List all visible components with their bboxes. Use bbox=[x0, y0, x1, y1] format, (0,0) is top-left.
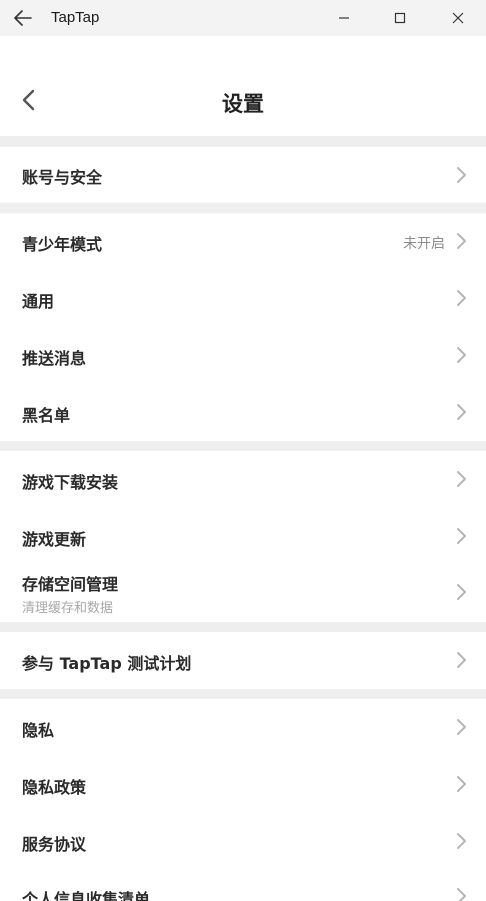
settings-row-storage-management[interactable]: 存储空间管理 清理缓存和数据 bbox=[0, 565, 486, 622]
settings-row-blacklist[interactable]: 黑名单 bbox=[0, 384, 486, 441]
row-label: 青少年模式 bbox=[22, 235, 103, 254]
settings-row-privacy[interactable]: 隐私 bbox=[0, 699, 486, 756]
settings-row-push-notifications[interactable]: 推送消息 bbox=[0, 327, 486, 384]
arrow-left-icon[interactable] bbox=[12, 8, 34, 28]
chevron-right-icon bbox=[457, 471, 466, 487]
settings-row-personal-info-list[interactable]: 个人信息收集清单 bbox=[0, 870, 486, 901]
chevron-right-icon bbox=[457, 404, 466, 420]
title-bar: TapTap bbox=[0, 0, 486, 36]
chevron-right-icon bbox=[457, 528, 466, 544]
settings-row-service-agreement[interactable]: 服务协议 bbox=[0, 813, 486, 870]
row-label: 游戏下载安装 bbox=[22, 473, 119, 492]
row-label: 隐私政策 bbox=[22, 778, 87, 797]
maximize-icon[interactable] bbox=[388, 6, 412, 30]
chevron-right-icon bbox=[457, 888, 466, 901]
chevron-right-icon bbox=[457, 833, 466, 849]
chevron-right-icon bbox=[457, 290, 466, 306]
chevron-right-icon bbox=[457, 776, 466, 792]
row-sublabel: 清理缓存和数据 bbox=[22, 601, 114, 616]
section-divider bbox=[0, 203, 486, 213]
chevron-right-icon bbox=[457, 167, 466, 183]
row-label: 通用 bbox=[22, 292, 55, 311]
settings-row-teen-mode[interactable]: 青少年模式 未开启 bbox=[0, 213, 486, 270]
section-divider bbox=[0, 136, 486, 147]
close-icon[interactable] bbox=[446, 6, 470, 30]
row-label: 个人信息收集清单 bbox=[22, 890, 151, 901]
page-title: 设置 bbox=[222, 92, 264, 116]
page-header: 设置 bbox=[0, 36, 486, 136]
row-label: 参与 TapTap 测试计划 bbox=[22, 654, 192, 673]
chevron-right-icon bbox=[457, 233, 466, 249]
settings-row-general[interactable]: 通用 bbox=[0, 270, 486, 327]
settings-row-account-security[interactable]: 账号与安全 bbox=[0, 147, 486, 203]
window-title: TapTap bbox=[51, 9, 100, 26]
settings-row-privacy-policy[interactable]: 隐私政策 bbox=[0, 756, 486, 813]
row-label: 黑名单 bbox=[22, 406, 71, 425]
chevron-right-icon bbox=[457, 584, 466, 600]
section-divider bbox=[0, 622, 486, 632]
settings-row-game-updates[interactable]: 游戏更新 bbox=[0, 508, 486, 565]
row-label: 服务协议 bbox=[22, 835, 87, 854]
settings-row-game-download-install[interactable]: 游戏下载安装 bbox=[0, 451, 486, 508]
app-window: TapTap 设置 账号与安全 青少年模式 未开启 通用 推送消息 黑名单 游戏… bbox=[0, 0, 486, 901]
row-label: 隐私 bbox=[22, 721, 55, 740]
row-label: 游戏更新 bbox=[22, 530, 87, 549]
settings-row-taptap-test-program[interactable]: 参与 TapTap 测试计划 bbox=[0, 632, 486, 689]
row-label: 存储空间管理 bbox=[22, 575, 119, 594]
teen-mode-status: 未开启 bbox=[403, 236, 445, 252]
chevron-right-icon bbox=[457, 652, 466, 668]
chevron-right-icon bbox=[457, 719, 466, 735]
chevron-right-icon bbox=[457, 347, 466, 363]
minimize-icon[interactable] bbox=[332, 6, 356, 30]
section-divider bbox=[0, 689, 486, 699]
row-label: 账号与安全 bbox=[22, 168, 103, 187]
section-divider bbox=[0, 441, 486, 451]
row-label: 推送消息 bbox=[22, 349, 87, 368]
